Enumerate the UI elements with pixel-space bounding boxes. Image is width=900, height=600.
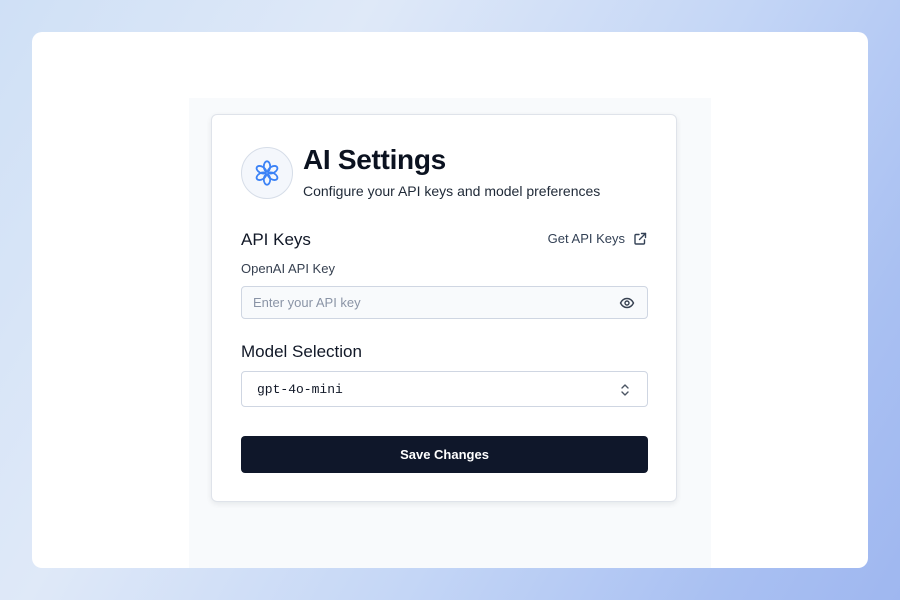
model-select-value: gpt-4o-mini <box>257 382 343 397</box>
ai-settings-card: AI Settings Configure your API keys and … <box>211 114 677 502</box>
get-api-keys-label: Get API Keys <box>547 231 625 246</box>
app-window: AI Settings Configure your API keys and … <box>32 32 868 568</box>
model-select[interactable]: gpt-4o-mini <box>241 371 648 407</box>
api-keys-section-title: API Keys <box>241 230 311 249</box>
chevron-up-down-icon <box>621 384 629 396</box>
model-selection-section-title: Model Selection <box>241 342 362 361</box>
api-key-input[interactable] <box>242 287 602 318</box>
openai-api-key-label: OpenAI API Key <box>241 261 335 276</box>
sparkle-flower-icon <box>241 147 293 199</box>
eye-icon[interactable] <box>619 295 635 311</box>
save-changes-button[interactable]: Save Changes <box>241 436 648 473</box>
page-title: AI Settings <box>303 144 446 175</box>
get-api-keys-link[interactable]: Get API Keys <box>548 231 647 246</box>
external-link-icon <box>634 232 647 245</box>
page-subtitle: Configure your API keys and model prefer… <box>303 183 601 199</box>
api-key-field <box>241 286 648 319</box>
